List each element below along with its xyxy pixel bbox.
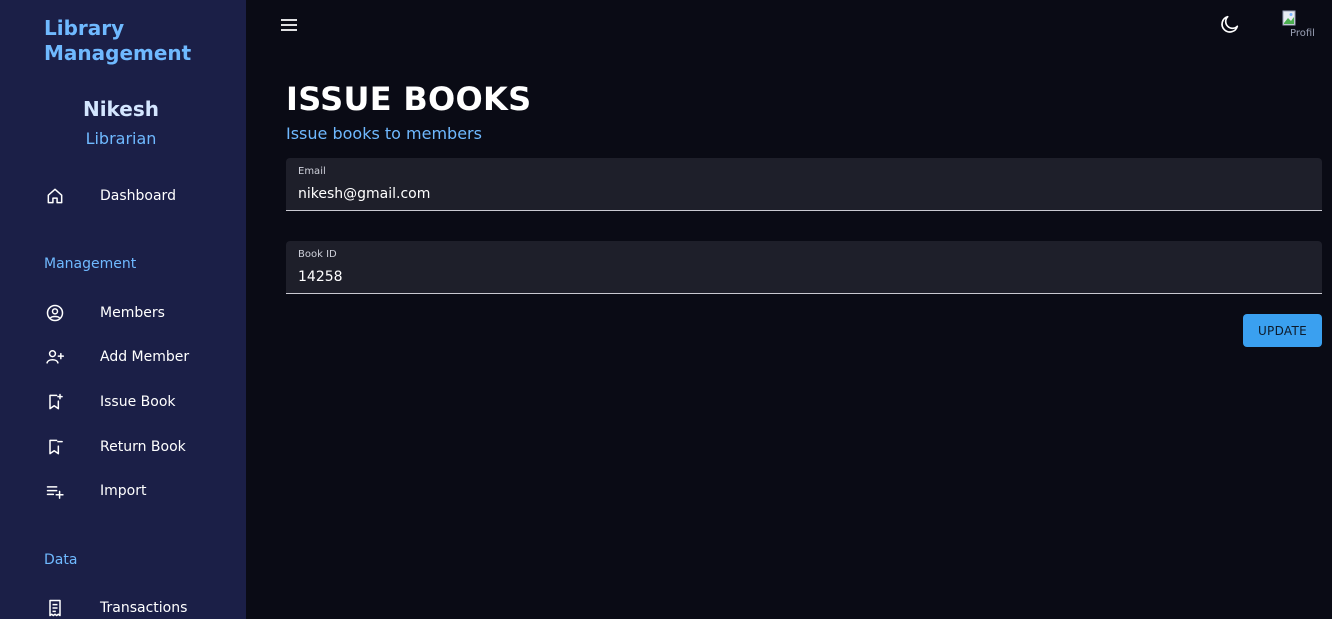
bookmark-add-icon xyxy=(44,391,66,413)
sidebar-item-return-book[interactable]: Return Book xyxy=(0,427,246,467)
book-id-input[interactable] xyxy=(298,267,1308,287)
sidebar-item-members[interactable]: Members xyxy=(0,293,246,333)
email-field-label: Email xyxy=(298,166,326,177)
app-root: Library Management Nikesh Librarian Dash… xyxy=(0,0,1332,619)
avatar-alt-text: Profile xyxy=(1290,28,1314,39)
section-label-management: Management xyxy=(44,256,137,272)
email-input[interactable] xyxy=(298,184,1308,204)
sidebar-item-issue-book[interactable]: Issue Book xyxy=(0,382,246,422)
sidebar-item-label: Import xyxy=(100,483,147,499)
receipt-icon xyxy=(44,597,66,619)
sidebar-item-transactions[interactable]: Transactions xyxy=(0,588,246,619)
sidebar-item-import[interactable]: Import xyxy=(0,471,246,511)
user-circle-icon xyxy=(44,302,66,324)
sidebar-item-label: Dashboard xyxy=(100,188,176,204)
sidebar-item-add-member[interactable]: Add Member xyxy=(0,337,246,377)
page-subtitle: Issue books to members xyxy=(286,124,482,143)
sidebar-item-label: Issue Book xyxy=(100,394,176,410)
page-title: ISSUE BOOKS xyxy=(286,80,532,118)
sidebar-item-label: Add Member xyxy=(100,349,190,365)
broken-image-icon xyxy=(1282,10,1296,26)
playlist-add-icon xyxy=(44,480,66,502)
sidebar-item-label: Members xyxy=(100,305,165,321)
sidebar: Library Management Nikesh Librarian Dash… xyxy=(0,0,246,619)
sidebar-item-label: Return Book xyxy=(100,439,186,455)
book-id-field[interactable]: Book ID xyxy=(286,241,1322,294)
theme-toggle-button[interactable] xyxy=(1218,14,1242,38)
sidebar-item-label: Transactions xyxy=(100,600,188,616)
email-field[interactable]: Email xyxy=(286,158,1322,211)
user-role: Librarian xyxy=(85,129,157,148)
user-add-icon xyxy=(44,346,66,368)
brand-title: Library Management xyxy=(44,16,192,65)
user-name: Nikesh xyxy=(82,97,160,121)
menu-button[interactable] xyxy=(278,15,300,37)
bookmark-return-icon xyxy=(44,436,66,458)
book-id-field-label: Book ID xyxy=(298,249,337,260)
home-icon xyxy=(44,185,66,207)
avatar[interactable]: Profile xyxy=(1282,10,1314,42)
update-button[interactable]: UPDATE xyxy=(1243,314,1322,347)
section-label-data: Data xyxy=(44,552,78,568)
sidebar-item-dashboard[interactable]: Dashboard xyxy=(0,176,246,216)
menu-icon xyxy=(280,17,298,36)
moon-icon xyxy=(1219,13,1241,39)
